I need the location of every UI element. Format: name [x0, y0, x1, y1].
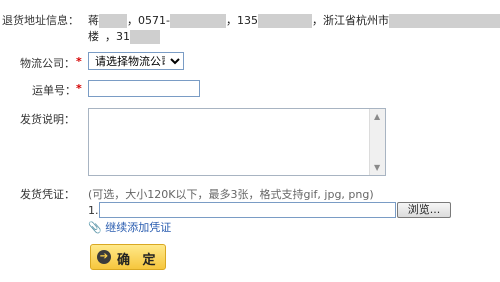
paperclip-icon: 📎: [88, 221, 102, 234]
add-voucher-link[interactable]: 继续添加凭证: [105, 221, 171, 234]
redaction-block: [388, 14, 500, 28]
required-mark: *: [76, 55, 82, 68]
return-address-line2: 楼 ，31: [88, 28, 160, 44]
redaction-block: [99, 14, 127, 28]
arrow-right-icon: ➔: [97, 250, 111, 264]
voucher-index: 1.: [88, 204, 99, 217]
voucher-file-path[interactable]: [99, 202, 396, 218]
redaction-block: [130, 30, 160, 44]
redaction-block: [257, 14, 312, 28]
required-mark: *: [76, 82, 82, 95]
company-label: 物流公司：: [20, 57, 75, 70]
redaction-block: [169, 14, 226, 28]
browse-button[interactable]: 浏览...: [397, 202, 451, 218]
address-phone-prefix: ，0571-: [127, 14, 170, 27]
confirm-button[interactable]: ➔ 确 定: [90, 244, 166, 270]
address-building: 楼: [88, 30, 99, 43]
address-mobile-prefix: ，135: [225, 14, 258, 27]
voucher-hint: (可选，大小120K以下，最多3张，格式支持gif, jpg, png): [88, 188, 374, 201]
add-voucher-link-row[interactable]: 📎 继续添加凭证: [88, 219, 171, 235]
address-name: 蒋: [88, 14, 99, 27]
return-address: 蒋 ，0571- ，135 ，浙江省杭州市: [88, 12, 500, 28]
voucher-label: 发货凭证：: [20, 188, 75, 201]
waybill-input[interactable]: [88, 80, 200, 97]
scroll-up-icon[interactable]: ▲: [374, 112, 380, 121]
address-zip-prefix: ，31: [105, 30, 130, 43]
scroll-down-icon[interactable]: ▼: [374, 163, 380, 172]
logistics-company-select[interactable]: 请选择物流公司: [88, 52, 184, 70]
textarea-scrollbar[interactable]: ▲ ▼: [369, 109, 385, 175]
confirm-label: 确 定: [117, 253, 160, 268]
shipping-desc-label: 发货说明：: [20, 113, 75, 126]
address-label: 退货地址信息：: [2, 14, 79, 27]
shipping-desc-textarea[interactable]: [88, 108, 386, 176]
address-city: ，浙江省杭州市: [311, 14, 389, 27]
waybill-label: 运单号：: [32, 84, 76, 97]
